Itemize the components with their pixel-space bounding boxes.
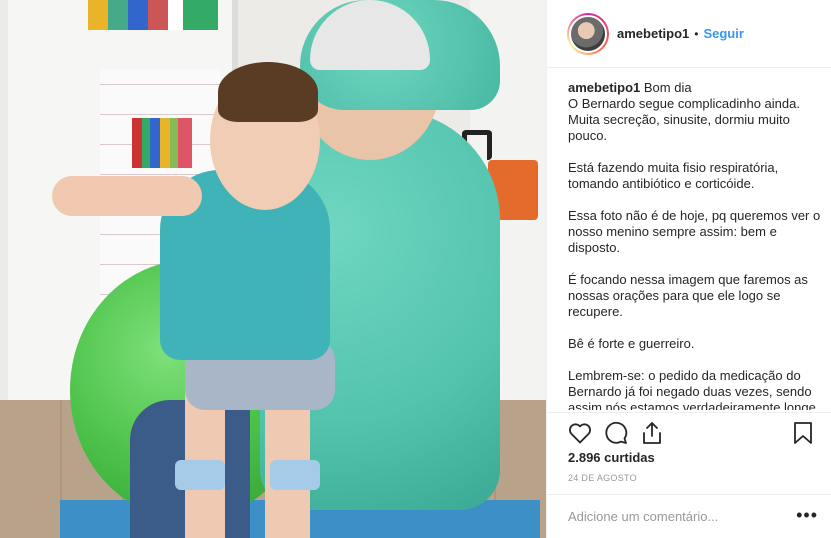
caption-paragraph: Está fazendo muita fisio respiratória, t…: [568, 160, 779, 191]
follow-button[interactable]: Seguir: [703, 26, 743, 41]
caption-first-paragraph: amebetipo1 Bom dia O Bernardo segue compl…: [568, 80, 822, 144]
instagram-post: amebetipo1 • Seguir amebetipo1 Bom dia O …: [0, 0, 831, 538]
photo-leg-brace-left: [175, 460, 225, 490]
post-side-panel: amebetipo1 • Seguir amebetipo1 Bom dia O …: [546, 0, 831, 538]
share-icon[interactable]: [639, 420, 665, 446]
photo-leg-brace-right: [270, 460, 320, 490]
more-options-icon[interactable]: •••: [796, 505, 818, 526]
action-bar: [547, 412, 831, 452]
comment-bar: Adicione um comentário... •••: [547, 494, 831, 538]
post-date[interactable]: 24 DE AGOSTO: [568, 473, 637, 483]
caption-first-line: Bom dia: [643, 80, 692, 95]
caption-paragraph: É focando nessa imagem que faremos as no…: [568, 272, 808, 319]
avatar-story-ring[interactable]: [567, 12, 609, 55]
comment-input[interactable]: Adicione um comentário...: [568, 509, 718, 524]
photo-child-hair: [218, 62, 318, 122]
caption-username[interactable]: amebetipo1: [568, 80, 640, 95]
caption-paragraph: Essa foto não é de hoje, pq queremos ver…: [568, 208, 821, 255]
caption-paragraph: O Bernardo segue complicadinho ainda. Mu…: [568, 96, 800, 143]
header-separator: •: [694, 26, 699, 41]
photo-books-top: [88, 0, 218, 30]
comment-icon[interactable]: [603, 420, 629, 446]
likes-count[interactable]: 2.896 curtidas: [568, 450, 655, 465]
header-username[interactable]: amebetipo1: [617, 26, 689, 41]
photo-books: [132, 118, 192, 168]
post-header: amebetipo1 • Seguir: [547, 0, 831, 68]
photo-child-arm: [52, 176, 202, 216]
caption-paragraph: Lembrem-se: o pedido da medicação do Ber…: [568, 368, 816, 410]
caption: amebetipo1 Bom dia O Bernardo segue compl…: [568, 80, 822, 410]
heart-icon[interactable]: [567, 420, 593, 446]
caption-paragraph: Bê é forte e guerreiro.: [568, 336, 695, 351]
post-photo[interactable]: [0, 0, 546, 538]
bookmark-icon[interactable]: [792, 421, 818, 447]
avatar[interactable]: [569, 14, 607, 53]
